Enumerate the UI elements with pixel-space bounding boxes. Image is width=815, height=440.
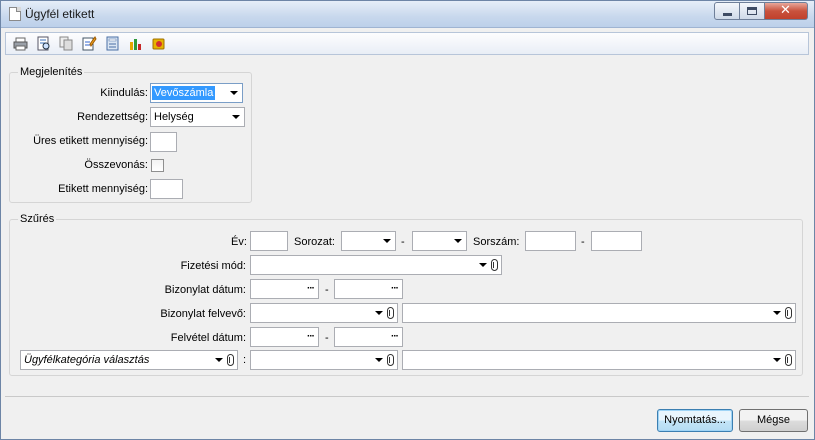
osszevonas-checkbox[interactable] bbox=[151, 159, 164, 172]
chevron-down-icon bbox=[773, 358, 781, 362]
fizetesi-mod-label: Fizetési mód: bbox=[180, 260, 246, 272]
calculator-icon bbox=[106, 36, 119, 51]
chart-button[interactable] bbox=[125, 34, 146, 53]
chevron-down-icon bbox=[773, 311, 781, 315]
paperclip-icon bbox=[785, 354, 792, 366]
bizonylat-datum-to-input[interactable]: ··· bbox=[334, 279, 403, 299]
copy-icon bbox=[59, 36, 73, 51]
bizonylat-felvevo-detail-select[interactable] bbox=[402, 303, 796, 323]
paperclip-icon bbox=[491, 259, 498, 271]
sorozat-from-select[interactable] bbox=[341, 231, 396, 251]
chart-icon bbox=[130, 39, 141, 50]
chevron-down-icon bbox=[383, 239, 391, 243]
kiindulas-value: Vevőszámla bbox=[152, 86, 216, 100]
chevron-down-icon bbox=[215, 358, 223, 362]
ugyfelkategoria-detail-select[interactable] bbox=[402, 350, 796, 370]
ugyfelkategoria-colon: : bbox=[243, 354, 247, 366]
rendezettseg-select[interactable]: Helység bbox=[150, 107, 245, 127]
document-icon bbox=[9, 7, 21, 21]
kiindulas-label: Kiindulás: bbox=[100, 87, 148, 99]
edit-icon bbox=[82, 36, 97, 51]
etikett-mennyiseg-input[interactable] bbox=[150, 179, 183, 199]
ures-etikett-input[interactable] bbox=[150, 132, 177, 152]
bizonylat-felvevo-label: Bizonylat felvevő: bbox=[160, 308, 246, 320]
paperclip-icon bbox=[387, 354, 394, 366]
export-button[interactable] bbox=[148, 34, 169, 53]
paperclip-icon bbox=[387, 307, 394, 319]
fizetesi-mod-select[interactable] bbox=[250, 255, 502, 275]
ugyfelkategoria-select[interactable]: Ügyfélkategória választás bbox=[20, 350, 238, 370]
sorszam-to-input[interactable] bbox=[591, 231, 642, 251]
filter-group: Szűrés Év: Sorozat: - Sorszám: - Fizetés… bbox=[9, 213, 803, 376]
cancel-button[interactable]: Mégse bbox=[739, 409, 808, 432]
sorszam-from-input[interactable] bbox=[525, 231, 576, 251]
print-preview-icon bbox=[37, 36, 50, 51]
chevron-down-icon bbox=[232, 115, 240, 119]
paperclip-icon bbox=[227, 354, 234, 366]
date-picker-icon[interactable]: ··· bbox=[391, 283, 399, 294]
toolbar bbox=[5, 32, 809, 55]
felvetel-datum-label: Felvétel dátum: bbox=[170, 332, 246, 344]
rendezettseg-value: Helység bbox=[154, 111, 194, 123]
ugyfelkategoria-value-select[interactable] bbox=[250, 350, 398, 370]
ugyfelkategoria-value: Ügyfélkategória választás bbox=[24, 354, 150, 366]
dialog-content: Megjelenítés Kiindulás: Vevőszámla Rende… bbox=[5, 59, 809, 397]
print-dialog-button[interactable]: Nyomtatás... bbox=[657, 409, 733, 432]
sorszam-label: Sorszám: bbox=[473, 236, 520, 248]
print-button[interactable] bbox=[10, 34, 31, 53]
copy-button[interactable] bbox=[56, 34, 77, 53]
minimize-icon bbox=[723, 13, 732, 16]
chevron-down-icon bbox=[479, 263, 487, 267]
display-group: Megjelenítés Kiindulás: Vevőszámla Rende… bbox=[9, 66, 252, 203]
printer-icon bbox=[13, 37, 28, 50]
date-picker-icon[interactable]: ··· bbox=[307, 331, 315, 342]
title-bar: Ügyfél etikett ✕ bbox=[1, 1, 814, 28]
calculator-button[interactable] bbox=[102, 34, 123, 53]
print-preview-button[interactable] bbox=[33, 34, 54, 53]
date-picker-icon[interactable]: ··· bbox=[307, 283, 315, 294]
chevron-down-icon bbox=[375, 358, 383, 362]
window-title: Ügyfél etikett bbox=[25, 7, 95, 21]
sorszam-range-dash: - bbox=[581, 236, 585, 248]
ures-etikett-label: Üres etikett mennyiség: bbox=[33, 135, 148, 147]
export-icon bbox=[152, 38, 165, 50]
chevron-down-icon bbox=[454, 239, 462, 243]
kiindulas-select[interactable]: Vevőszámla bbox=[150, 83, 243, 103]
bizonylat-datum-from-input[interactable]: ··· bbox=[250, 279, 319, 299]
chevron-down-icon bbox=[375, 311, 383, 315]
felvetel-datum-to-input[interactable]: ··· bbox=[334, 327, 403, 347]
bizonylat-datum-label: Bizonylat dátum: bbox=[164, 284, 246, 296]
felvetel-datum-dash: - bbox=[325, 332, 329, 344]
minimize-button[interactable] bbox=[714, 2, 740, 20]
bizonylat-felvevo-select[interactable] bbox=[250, 303, 398, 323]
etikett-mennyiseg-label: Etikett mennyiség: bbox=[58, 183, 148, 195]
rendezettseg-label: Rendezettség: bbox=[77, 111, 148, 123]
osszevonas-label: Összevonás: bbox=[84, 159, 148, 171]
sorozat-to-select[interactable] bbox=[412, 231, 467, 251]
felvetel-datum-from-input[interactable]: ··· bbox=[250, 327, 319, 347]
display-group-title: Megjelenítés bbox=[18, 66, 85, 78]
window: Ügyfél etikett ✕ Megjelenítés Kiindulás:… bbox=[0, 0, 815, 440]
bizonylat-datum-dash: - bbox=[325, 284, 329, 296]
paperclip-icon bbox=[785, 307, 792, 319]
sorozat-label: Sorozat: bbox=[294, 236, 335, 248]
window-controls: ✕ bbox=[714, 2, 808, 20]
chevron-down-icon bbox=[230, 91, 238, 95]
close-icon: ✕ bbox=[780, 3, 791, 18]
close-button[interactable]: ✕ bbox=[765, 2, 808, 20]
edit-button[interactable] bbox=[79, 34, 100, 53]
date-picker-icon[interactable]: ··· bbox=[391, 331, 399, 342]
ev-label: Év: bbox=[231, 236, 247, 248]
filter-group-title: Szűrés bbox=[18, 213, 57, 225]
maximize-icon bbox=[747, 7, 757, 15]
ev-input[interactable] bbox=[250, 231, 288, 251]
maximize-button[interactable] bbox=[740, 2, 765, 20]
sorozat-range-dash: - bbox=[401, 236, 405, 248]
